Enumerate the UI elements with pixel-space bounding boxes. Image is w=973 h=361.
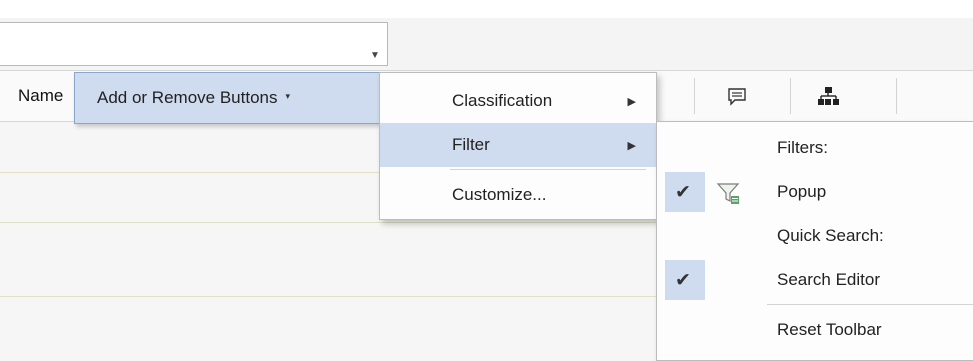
checkmark-icon: ✔	[675, 270, 691, 291]
menu-item-classification[interactable]: Classification ▶	[380, 79, 656, 123]
chevron-right-icon: ▶	[627, 95, 636, 108]
menu-item-label: Popup	[777, 182, 827, 201]
toolbar-separator	[896, 78, 897, 114]
chevron-right-icon: ▶	[627, 139, 636, 152]
menu-separator	[767, 304, 973, 305]
checkmark-icon: ✔	[675, 182, 691, 203]
add-remove-menu: Classification ▶ Filter ▶ Customize...	[379, 72, 657, 220]
grid-row-divider	[0, 296, 660, 297]
toolbar-separator	[790, 78, 791, 114]
window-top	[0, 0, 973, 18]
toolbar-separator	[694, 78, 695, 114]
menu-item-popup[interactable]: ✔ Popup	[657, 170, 973, 214]
grid-row-divider	[0, 222, 660, 223]
menu-item-reset-toolbar[interactable]: Reset Toolbar	[657, 308, 973, 352]
search-combobox[interactable]: ▼	[0, 22, 388, 66]
menu-separator	[450, 169, 646, 170]
filters-header: Filters:	[657, 126, 973, 170]
comment-icon[interactable]	[722, 82, 752, 112]
add-remove-buttons-dropdown[interactable]: Add or Remove Buttons ▾	[74, 72, 380, 124]
section-header-label: Quick Search:	[777, 226, 884, 245]
menu-item-label: Search Editor	[777, 270, 880, 289]
menu-item-filter[interactable]: Filter ▶	[380, 123, 656, 167]
menu-item-label: Classification	[452, 91, 553, 110]
combobox-dropdown-button[interactable]: ▼	[363, 23, 387, 65]
column-header-name[interactable]: Name	[18, 86, 73, 106]
caret-down-icon: ▾	[285, 90, 291, 101]
menu-item-customize[interactable]: Customize...	[380, 173, 656, 217]
menu-item-label: Reset Toolbar	[777, 320, 882, 339]
menu-item-search-editor[interactable]: ✔ Search Editor	[657, 258, 973, 302]
menu-item-label: Filter	[452, 135, 490, 154]
menu-item-label: Customize...	[452, 185, 547, 204]
chevron-down-icon: ▼	[370, 50, 380, 61]
filter-icon	[716, 183, 740, 204]
section-header-label: Filters:	[777, 138, 828, 157]
quick-search-header: Quick Search:	[657, 214, 973, 258]
add-remove-buttons-label: Add or Remove Buttons	[97, 88, 278, 107]
hierarchy-icon[interactable]	[813, 82, 843, 112]
filter-submenu: Filters: ✔ Popup Quick Search: ✔ Search …	[656, 121, 973, 361]
